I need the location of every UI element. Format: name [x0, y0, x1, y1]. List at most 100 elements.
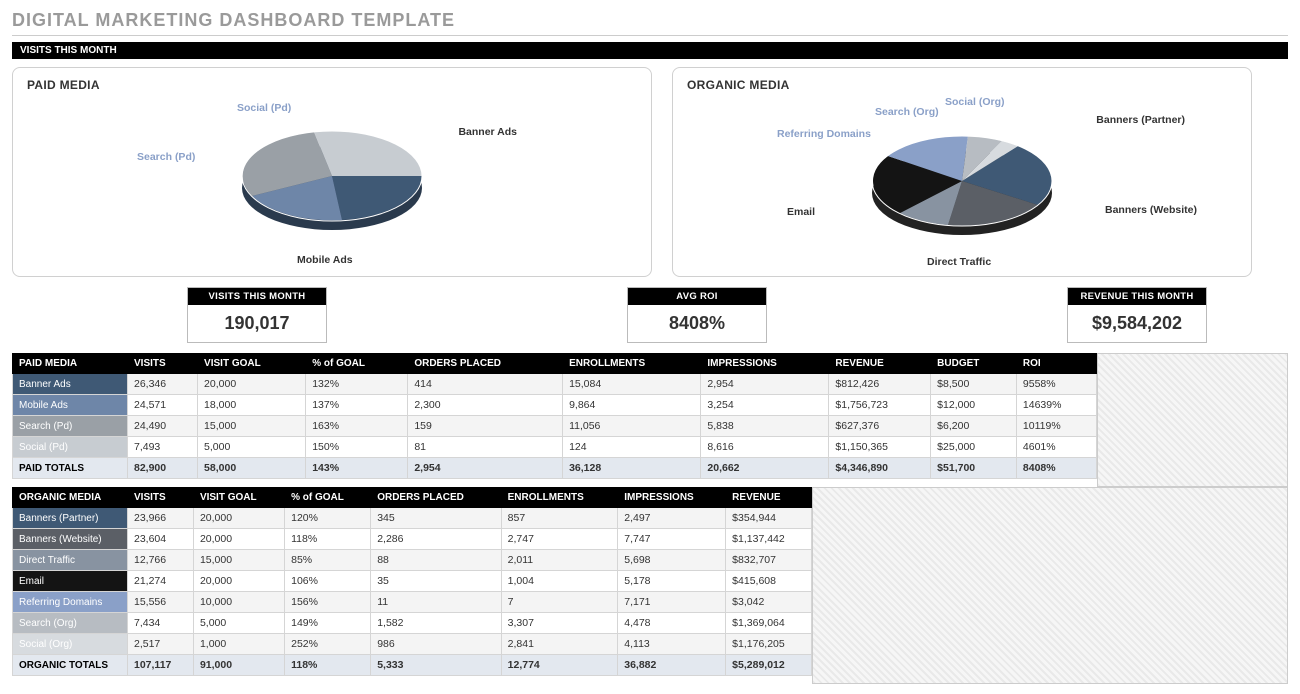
cell: 150%: [306, 437, 408, 458]
section-bar-visits: VISITS THIS MONTH: [12, 42, 1288, 59]
row-label: Referring Domains: [13, 592, 128, 613]
kpi-visits-value: 190,017: [188, 305, 326, 342]
pie-label-mobile-ads: Mobile Ads: [297, 254, 353, 266]
table-header-row: PAID MEDIAVISITSVISIT GOAL% of GOALORDER…: [13, 354, 1097, 374]
pie-label-banners-website: Banners (Website): [1105, 204, 1197, 216]
kpi-revenue-label: REVENUE THIS MONTH: [1068, 288, 1206, 305]
row-label: Banners (Website): [13, 529, 128, 550]
table-row: Social (Org)2,5171,000252%9862,8414,113$…: [13, 634, 812, 655]
cell: 2,286: [371, 529, 501, 550]
cell: 345: [371, 508, 501, 529]
cell: 15,000: [193, 550, 284, 571]
cell: 5,698: [618, 550, 726, 571]
cell: 85%: [285, 550, 371, 571]
cell: 5,000: [193, 613, 284, 634]
table-row: Social (Pd)7,4935,000150%811248,616$1,15…: [13, 437, 1097, 458]
cell: 137%: [306, 395, 408, 416]
col-header: IMPRESSIONS: [701, 354, 829, 374]
cell: 857: [501, 508, 618, 529]
col-header: % of GOAL: [306, 354, 408, 374]
cell: $1,369,064: [726, 613, 812, 634]
cell: $832,707: [726, 550, 812, 571]
pie-label-email: Email: [787, 206, 815, 218]
cell: 10,000: [193, 592, 284, 613]
cell: 1,000: [193, 634, 284, 655]
col-header: VISIT GOAL: [193, 488, 284, 508]
totals-label: PAID TOTALS: [13, 458, 128, 479]
cell: 23,604: [128, 529, 194, 550]
col-header: % of GOAL: [285, 488, 371, 508]
pie-label-search-org: Search (Org): [875, 106, 939, 118]
cell: 5,000: [198, 437, 306, 458]
cell: 12,766: [128, 550, 194, 571]
cell: 7,493: [128, 437, 198, 458]
cell: 106%: [285, 571, 371, 592]
chart-row: PAID MEDIA Banner Ads Mobile Ads Se: [12, 67, 1288, 277]
cell: 15,084: [563, 374, 701, 395]
cell: 3,254: [701, 395, 829, 416]
totals-cell: $4,346,890: [829, 458, 931, 479]
cell: 4601%: [1016, 437, 1096, 458]
row-label: Social (Org): [13, 634, 128, 655]
cell: 24,571: [128, 395, 198, 416]
cell: 11: [371, 592, 501, 613]
col-header: ORDERS PLACED: [408, 354, 563, 374]
cell: 163%: [306, 416, 408, 437]
paid-media-table: PAID MEDIAVISITSVISIT GOAL% of GOALORDER…: [12, 353, 1097, 479]
cell: 7,434: [128, 613, 194, 634]
cell: 2,011: [501, 550, 618, 571]
cell: 1,004: [501, 571, 618, 592]
pie-label-search-pd: Search (Pd): [137, 151, 195, 163]
pie-wrap-organic: Banners (Partner) Banners (Website) Dire…: [687, 96, 1237, 266]
cell: 132%: [306, 374, 408, 395]
page-title: DIGITAL MARKETING DASHBOARD TEMPLATE: [12, 10, 1288, 36]
kpi-visits-label: VISITS THIS MONTH: [188, 288, 326, 305]
cell: 149%: [285, 613, 371, 634]
cell: 23,966: [128, 508, 194, 529]
pie-wrap-paid: Banner Ads Mobile Ads Search (Pd) Social…: [27, 96, 637, 266]
col-header: REVENUE: [726, 488, 812, 508]
kpi-roi-label: AVG ROI: [628, 288, 766, 305]
totals-cell: 2,954: [408, 458, 563, 479]
totals-cell: 36,128: [563, 458, 701, 479]
cell: 159: [408, 416, 563, 437]
cell: 156%: [285, 592, 371, 613]
row-label: Mobile Ads: [13, 395, 128, 416]
col-header: PAID MEDIA: [13, 354, 128, 374]
cell: 2,954: [701, 374, 829, 395]
kpi-row: VISITS THIS MONTH 190,017 AVG ROI 8408% …: [187, 287, 1288, 343]
cell: 24,490: [128, 416, 198, 437]
kpi-revenue: REVENUE THIS MONTH $9,584,202: [1067, 287, 1207, 343]
table-row: Search (Org)7,4345,000149%1,5823,3074,47…: [13, 613, 812, 634]
table-row: Referring Domains15,55610,000156%1177,17…: [13, 592, 812, 613]
row-label: Banner Ads: [13, 374, 128, 395]
cell: $6,200: [931, 416, 1017, 437]
col-header: IMPRESSIONS: [618, 488, 726, 508]
cell: 20,000: [193, 529, 284, 550]
chart-title-paid: PAID MEDIA: [27, 78, 637, 92]
cell: $12,000: [931, 395, 1017, 416]
pie-label-banners-partner: Banners (Partner): [1096, 114, 1185, 126]
cell: $1,150,365: [829, 437, 931, 458]
cell: 14639%: [1016, 395, 1096, 416]
cell: $812,426: [829, 374, 931, 395]
row-label: Search (Org): [13, 613, 128, 634]
cell: $1,176,205: [726, 634, 812, 655]
totals-cell: $5,289,012: [726, 655, 812, 676]
col-header: VISIT GOAL: [198, 354, 306, 374]
cell: 2,841: [501, 634, 618, 655]
totals-cell: 82,900: [128, 458, 198, 479]
cell: 21,274: [128, 571, 194, 592]
col-header: ORDERS PLACED: [371, 488, 501, 508]
row-label: Banners (Partner): [13, 508, 128, 529]
cell: 414: [408, 374, 563, 395]
col-header: VISITS: [128, 354, 198, 374]
pie-label-referring: Referring Domains: [777, 128, 871, 140]
cell: 2,300: [408, 395, 563, 416]
cell: $3,042: [726, 592, 812, 613]
cell: 124: [563, 437, 701, 458]
cell: 3,307: [501, 613, 618, 634]
totals-cell: 5,333: [371, 655, 501, 676]
col-header: ENROLLMENTS: [563, 354, 701, 374]
cell: 26,346: [128, 374, 198, 395]
